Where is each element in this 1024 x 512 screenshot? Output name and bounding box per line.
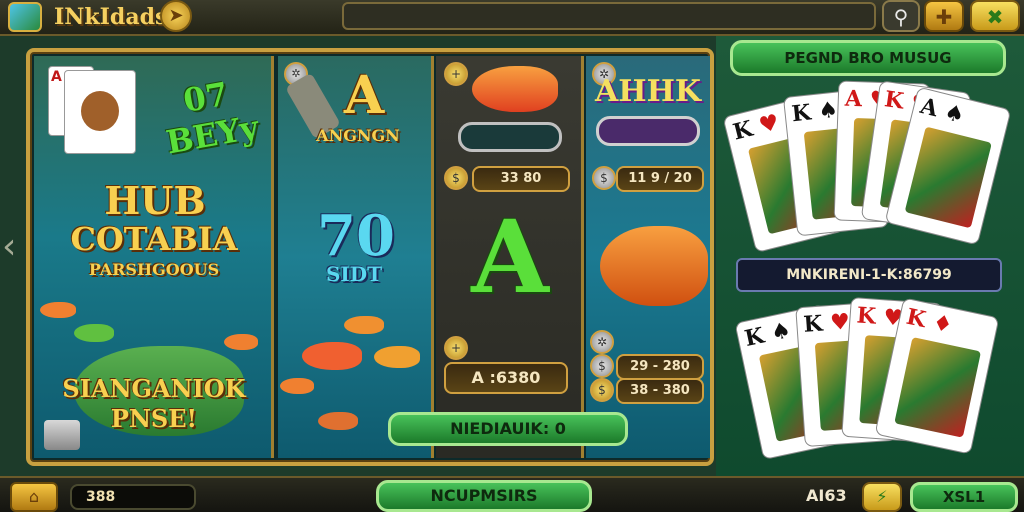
plus-icon[interactable]: ✚	[924, 0, 964, 32]
top-bar: INkIdads ➤ ⚲ ✚ ✖	[0, 0, 1024, 36]
reel-1: A 07 BEYy HUB COTABIA PARSHGOOUS SIANGAN…	[34, 56, 274, 458]
reel2-symbol-a: A	[343, 65, 385, 126]
goldfish-icon	[472, 66, 558, 112]
panel-info-label: MNKIRENI-1-K:86799	[736, 258, 1002, 292]
coin-icon: $	[592, 166, 616, 190]
coin-icon: $	[590, 378, 614, 402]
reel2-number: 70	[317, 203, 395, 269]
fish-icon	[374, 346, 420, 368]
reel3-value-pill: 33 80	[472, 166, 570, 192]
big-orange-fish-icon	[600, 226, 708, 306]
balance-display: 388	[70, 484, 196, 510]
lightning-icon[interactable]: ⚡	[862, 482, 902, 512]
reel-4: ✲ AHHK $ 11 9 / 20 ✲ $ 29 - 280 $ 38 - 3…	[586, 56, 710, 458]
center-action-button[interactable]: NIEDIAUIK: 0	[388, 412, 628, 446]
reel1-title-line1: HUB	[104, 178, 206, 223]
reel-3: + $ 33 80 A + A :6380	[436, 56, 584, 458]
app-logo-icon[interactable]	[8, 2, 42, 32]
plus-coin-icon[interactable]: +	[444, 336, 468, 360]
settings-icon[interactable]: ✲	[590, 330, 614, 354]
reel-2: ✲ A ANGNGN 70 SIDT	[278, 56, 434, 458]
spin-button[interactable]: XSL1	[910, 482, 1018, 512]
home-icon[interactable]: ⌂	[10, 482, 58, 512]
reel2-symbol-a-sub: ANGNGN	[316, 126, 400, 145]
reel4-title: AHHK	[594, 74, 702, 109]
reel3-bet-pill: A :6380	[444, 362, 568, 394]
fish-icon	[318, 412, 358, 430]
reel4-row2: 38 - 380	[616, 378, 704, 404]
fish-icon	[280, 378, 314, 394]
fish-icon	[302, 342, 362, 370]
slot-machine-frame: A 07 BEYy HUB COTABIA PARSHGOOUS SIANGAN…	[26, 48, 714, 466]
card-with-animal	[64, 70, 136, 154]
reel1-bottom-line1: SIANGANIOK	[62, 374, 246, 403]
reel1-title-line2: COTABIA	[70, 220, 238, 258]
search-input[interactable]	[342, 2, 876, 30]
animal-icon	[81, 91, 119, 131]
bottom-center-button[interactable]: NCUPMSIRS	[376, 480, 592, 512]
close-icon[interactable]: ✖	[970, 0, 1020, 32]
reel2-sub: SIDT	[325, 262, 383, 286]
brand-title: INkIdads	[54, 4, 168, 30]
bet-label: AI63	[806, 486, 847, 505]
reel3-big-symbol: A	[471, 198, 549, 316]
reel1-top-text: 07 BEYy	[163, 74, 262, 162]
bottom-bar: ⌂ 388 NCUPMSIRS AI63 ⚡ XSL1	[0, 476, 1024, 512]
coin-icon: $	[444, 166, 468, 190]
fish-icon	[74, 324, 114, 342]
fish-icon	[40, 302, 76, 318]
plus-coin-icon[interactable]: +	[444, 62, 468, 86]
coin-stack-icon	[44, 420, 80, 450]
reel4-row1: 29 - 280	[616, 354, 704, 380]
arrow-badge-icon[interactable]: ➤	[160, 0, 192, 32]
reel1-bottom-line2: PNSE!	[110, 404, 198, 433]
fish-icon	[224, 334, 258, 350]
panel-header-button[interactable]: PEGND BRO MUSUG	[730, 40, 1006, 76]
left-arrow-icon[interactable]: ‹	[2, 226, 16, 267]
search-icon[interactable]: ⚲	[882, 0, 920, 32]
sunglasses-icon	[458, 122, 562, 152]
sunglasses-icon	[596, 116, 700, 146]
reel1-title-line3: PARSHGOOUS	[88, 260, 220, 279]
fish-icon	[344, 316, 384, 334]
coin-icon: $	[590, 354, 614, 378]
reel4-value-pill: 11 9 / 20	[616, 166, 704, 192]
